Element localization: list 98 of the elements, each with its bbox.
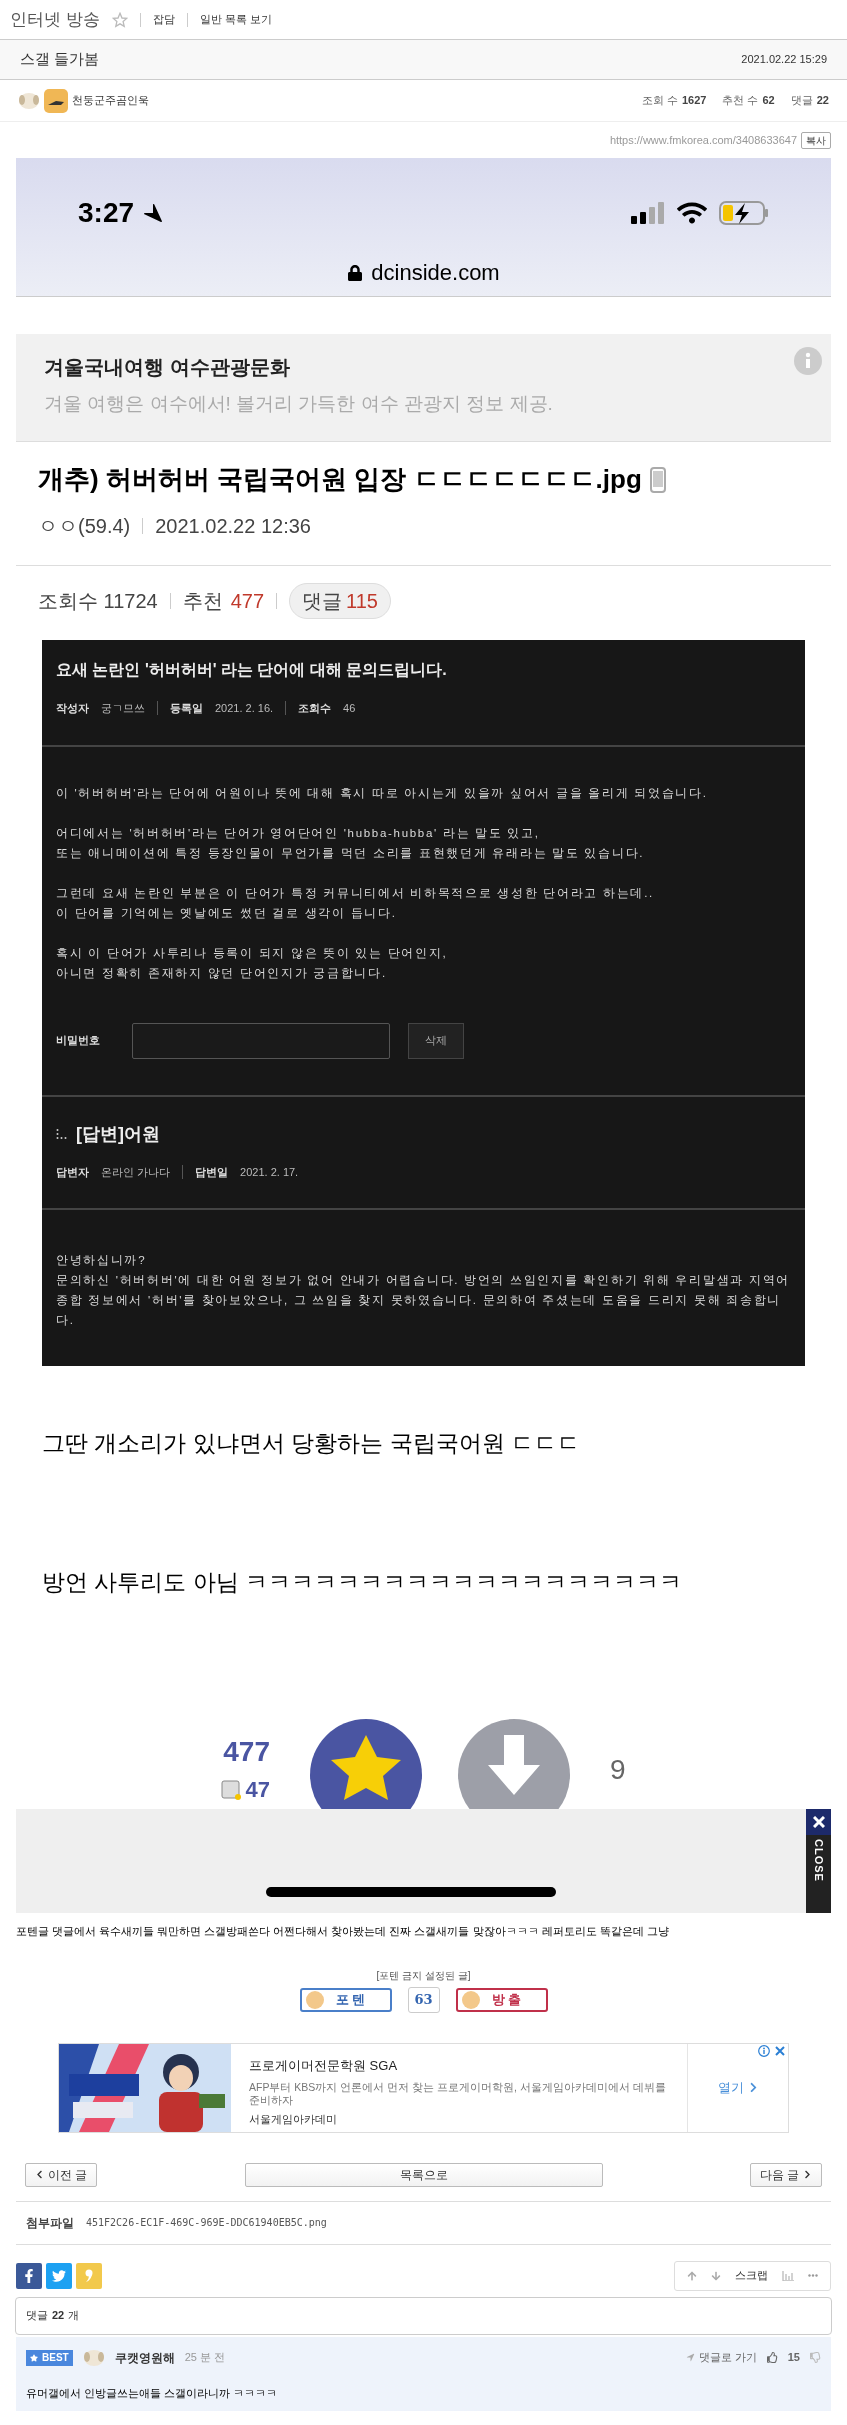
author-name[interactable]: 천둥군주곰인욱 [72, 92, 149, 109]
meta-value: 궁ㄱ므쓰 [101, 701, 145, 716]
signal-icon [631, 202, 665, 224]
meta-label: 조회수 [298, 701, 332, 716]
ad-headline[interactable]: 프로게이머전문학원 SGA [249, 2055, 669, 2075]
next-post-button[interactable]: 다음 글 [750, 2162, 822, 2187]
caption: 그딴 개소리가 있냐면서 당황하는 국립국어원 ㄷㄷㄷ [41, 1429, 581, 1458]
battery-charging-icon [719, 201, 769, 225]
capture-date: 2021.02.22 12:36 [155, 514, 311, 539]
more-icon[interactable] [808, 2274, 818, 2277]
answer-title: [답변]어원 [76, 1122, 160, 1146]
inquiry-paragraph: 어디에서는 '허버허버'라는 단어가 영어단어인 'hubba-hubba' 라는 말도 있고, 또는 애니메이션에 특정 등장인물이 무언가를 먹던 소리를 표현했던게 유래라는 말도 있습니다. [56, 825, 646, 861]
stat-label: 추천 수 [722, 93, 759, 109]
goto-comment-link[interactable]: 댓글로 가기 [685, 2349, 757, 2366]
inquiry-paragraph: 그런데 요새 논란인 부분은 이 단어가 특정 커뮤니티에서 비하목적으로 생성한 단어라고 하는데.. 이 단어를 기억에는 옛날에도 썼던 걸로 생각이 듭니다. [56, 885, 655, 921]
comment-text: 유머갤에서 인방글쓰는애들 스갤이라니까 ㅋㅋㅋㅋ [26, 2385, 279, 2401]
ad-text: 겨울 여행은 여수에서! 볼거리 가득한 여수 관광지 정보 제공. [44, 392, 554, 416]
meta-value: 2021. 2. 17. [240, 1164, 299, 1180]
post-date: 2021.02.22 15:29 [741, 52, 827, 68]
body-text: 포텐글 댓글에서 육수새끼들 뭐만하면 스갤방패쓴다 어쩐다해서 찾아봤는데 진짜 스갤새끼들 맞잖아ㅋㅋㅋ 레퍼토리도 똑같은데 그냥 [15, 1924, 670, 1939]
avatar-icon [82, 2348, 105, 2367]
capture-title: 개추) 허버허버 국립국어원 입장 ㄷㄷㄷㄷㄷㄷㄷ.jpg [38, 463, 642, 496]
dog-avatar-icon [18, 91, 40, 110]
location-icon [142, 202, 165, 224]
answer-text: 안녕하십니까? 문의하신 '허버허버'에 대한 어원 정보가 없어 안내가 어렵습니다. 방언의 쓰임인지를 확인하기 위해 우리말샘과 지역어 종합 정보에서 '허버'를 찾아보았으나, 그 쓰임을 찾지 못하였습니다. 문의하여 주셨는데 도움을 드리지 못해 죄송합니다. [55, 1253, 791, 1328]
meta-label: 작성자 [56, 701, 89, 716]
dots-icon [56, 1128, 68, 1140]
meta-label: 답변자 [56, 1164, 89, 1180]
ad-title[interactable]: 겨울국내여행 여수관광문화 [44, 352, 290, 382]
ad-source: 서울게임아카데미 [249, 2112, 338, 2127]
open-button[interactable]: 열기 [717, 2077, 759, 2098]
list-button[interactable]: 목록으로 [244, 2162, 603, 2187]
twitter-icon[interactable] [46, 2262, 72, 2289]
caption: 방언 사투리도 아님 ㅋㅋㅋㅋㅋㅋㅋㅋㅋㅋㅋㅋㅋㅋㅋㅋㅋㅋㅋ [41, 1567, 684, 1597]
copy-button[interactable]: 복사 [801, 131, 831, 149]
password-field[interactable] [132, 1022, 390, 1059]
meta-value: 46 [343, 701, 356, 716]
potten-notice: [포텐 금지 설정된 글] [376, 1968, 471, 1983]
thumbs-up-icon[interactable] [766, 2352, 778, 2363]
phone-time: 3:27 [78, 196, 135, 230]
comments-unit: 개 [68, 2308, 80, 2324]
meta-value: 온라인 가나다 [101, 1164, 171, 1180]
scrap-button[interactable]: 스크랩 [735, 2267, 768, 2284]
down-arrow-icon[interactable] [711, 2270, 721, 2281]
comment-count-pill[interactable]: 댓글 115 [289, 583, 391, 619]
comment-time: 25 분 전 [184, 2350, 226, 2366]
stat-label: 조회 수 [641, 93, 678, 109]
password-label: 비밀번호 [56, 1033, 101, 1049]
downvote-arrow-icon[interactable] [457, 1719, 570, 1809]
banish-button[interactable]: 방 출 [455, 1987, 548, 2012]
meta-label: 등록일 [170, 701, 203, 716]
upvote-count: 477 [223, 1735, 270, 1769]
inquiry-paragraph: 혹시 이 단어가 사투리나 등록이 되지 않은 뜻이 있는 단어인지, 아니면 정확히 존재하지 않던 단어인지가 궁금합니다. [56, 945, 449, 981]
attachment-file[interactable]: 451F2C26-EC1F-469C-969E-DDC61940EB5C.png [86, 2215, 327, 2230]
recommend-count: 477 [230, 589, 265, 614]
stat-label: 댓글 [790, 93, 813, 109]
mobile-upvote-count: 47 [245, 1776, 270, 1804]
close-tab[interactable]: CLOSE [806, 1809, 831, 1913]
chevron-right-icon [803, 2170, 813, 2179]
best-badge: BEST [26, 2349, 73, 2366]
meta-label: 답변일 [195, 1164, 229, 1180]
mobile-vote-icon [221, 1779, 242, 1800]
capture-author: ㅇㅇ(59.4) [38, 514, 131, 539]
comments-label: 댓글 [26, 2308, 48, 2324]
mobile-icon [649, 466, 666, 493]
category-link[interactable]: 잡담 [152, 11, 175, 28]
like-count: 15 [787, 2350, 800, 2366]
potten-button[interactable]: 포 텐 [299, 1987, 392, 2012]
arrow-icon [685, 2353, 695, 2362]
previous-post-button[interactable]: 이전 글 [25, 2162, 97, 2187]
downvote-count: 9 [609, 1753, 626, 1787]
chart-icon[interactable] [782, 2270, 794, 2281]
post-title: 스갤 들가봄 [20, 49, 100, 70]
star-icon[interactable] [111, 11, 128, 28]
site-domain: dcinside.com [371, 259, 500, 287]
stat-value: 62 [762, 93, 775, 109]
category-link[interactable]: 일반 목록 보기 [199, 11, 272, 28]
facebook-icon[interactable] [16, 2262, 42, 2289]
vote-count: 63 [407, 1986, 440, 2013]
comments-count: 22 [52, 2308, 65, 2324]
info-icon[interactable] [758, 2044, 770, 2057]
lock-icon [347, 264, 364, 281]
ad-description: AFP부터 KBS까지 언론에서 먼저 찾는 프로게이머학원, 서울게임아카데미에서 데뷔를 준비하자 [249, 2081, 667, 2107]
stat-value: 22 [816, 93, 829, 109]
comment-author[interactable]: 쿠캣영원해 [114, 2348, 175, 2367]
stat-value: 1627 [681, 93, 707, 109]
meta-value: 2021. 2. 16. [215, 701, 274, 716]
board-title: 인터넷 방송 [10, 8, 100, 31]
chevron-left-icon [34, 2170, 44, 2179]
delete-button[interactable]: 삭제 [408, 1022, 464, 1059]
inquiry-paragraph: 이 '허버허버'라는 단어에 어원이나 뜻에 대해 혹시 따로 아시는게 있을까 싶어서 글을 올리게 되었습니다. [56, 785, 709, 801]
quote-share-icon[interactable] [76, 2262, 102, 2289]
thumbs-down-icon[interactable] [810, 2352, 821, 2363]
up-arrow-icon[interactable] [687, 2270, 697, 2281]
inquiry-title: 요새 논란인 '허버허버' 라는 단어에 대해 문의드립니다. [56, 660, 448, 680]
capture-views: 조회수 11724 [38, 589, 158, 614]
recommend-label: 추천 [182, 589, 223, 614]
attachment-label: 첨부파일 [26, 2214, 74, 2232]
